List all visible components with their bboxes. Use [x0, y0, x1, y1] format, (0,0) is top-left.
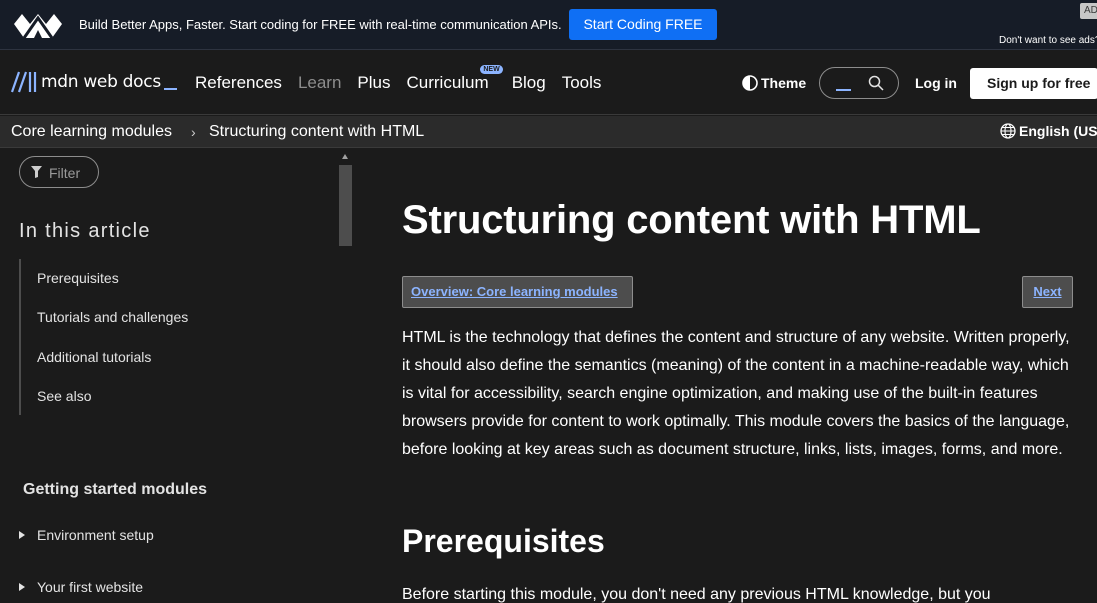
nav-curriculum-label: Curriculum	[406, 73, 489, 92]
theme-switcher[interactable]: Theme	[742, 75, 806, 91]
breadcrumb: Core learning modules › Structuring cont…	[0, 116, 1097, 148]
advertiser-logo-icon[interactable]	[12, 10, 64, 40]
breadcrumb-current[interactable]: Structuring content with HTML	[209, 123, 424, 141]
modules-heading: Getting started modules	[23, 481, 208, 498]
scrollbar-thumb[interactable]	[339, 165, 352, 246]
next-link[interactable]: Next	[1022, 276, 1073, 308]
ad-optout-link[interactable]: Don't want to see ads?	[999, 35, 1097, 46]
ad-banner: Build Better Apps, Faster. Start coding …	[0, 0, 1097, 50]
sidebar: Filter In this article Prerequisites Tut…	[0, 149, 360, 603]
table-of-contents: Prerequisites Tutorials and challenges A…	[19, 259, 249, 415]
nav-tools[interactable]: Tools	[562, 73, 602, 93]
logo-text: mdn web docs	[41, 72, 161, 92]
language-label: English (US)	[1019, 123, 1097, 139]
top-navigation: mdn web docs References Learn Plus Curri…	[0, 51, 1097, 115]
module-environment-setup[interactable]: Environment setup	[19, 527, 154, 543]
overview-link[interactable]: Overview: Core learning modules	[402, 276, 633, 308]
ad-cta-button[interactable]: Start Coding FREE	[569, 9, 717, 40]
nav-blog[interactable]: Blog	[512, 73, 546, 93]
ad-text[interactable]: Build Better Apps, Faster. Start coding …	[79, 17, 562, 32]
theme-label: Theme	[761, 75, 807, 91]
nav-learn[interactable]: Learn	[298, 73, 341, 93]
login-link[interactable]: Log in	[915, 75, 957, 91]
expand-triangle-icon	[19, 531, 25, 539]
language-switcher[interactable]: English (US)	[1000, 123, 1097, 139]
filter-label: Filter	[49, 165, 81, 181]
new-badge: NEW	[480, 65, 503, 74]
ad-badge: AD	[1080, 3, 1097, 19]
search-input[interactable]	[819, 67, 899, 99]
section-heading-prerequisites: Prerequisites	[402, 523, 605, 559]
logo-cursor	[163, 88, 177, 90]
breadcrumb-separator: ›	[191, 124, 196, 140]
theme-icon	[742, 75, 758, 91]
expand-triangle-icon	[19, 583, 25, 591]
intro-paragraph: HTML is the technology that defines the …	[402, 329, 1070, 458]
breadcrumb-core-modules[interactable]: Core learning modules	[11, 123, 172, 141]
toc-item-see-also[interactable]: See also	[37, 388, 91, 404]
filter-icon	[31, 166, 42, 178]
sidebar-scrollbar[interactable]	[339, 154, 352, 246]
search-caret	[836, 89, 851, 91]
nav-plus[interactable]: Plus	[357, 73, 390, 93]
nav-curriculum[interactable]: Curriculum NEW	[406, 65, 503, 93]
filter-button[interactable]: Filter	[19, 156, 99, 188]
page-title: Structuring content with HTML	[402, 198, 981, 242]
globe-icon	[1000, 123, 1016, 139]
scroll-up-arrow-icon[interactable]	[342, 154, 348, 159]
mdn-logo-icon	[11, 71, 37, 93]
prerequisites-paragraph: Before starting this module, you don't n…	[402, 586, 991, 603]
mdn-logo[interactable]: mdn web docs	[11, 71, 177, 93]
signup-button[interactable]: Sign up for free	[970, 68, 1097, 99]
module-label: Your first website	[37, 579, 144, 595]
toc-heading: In this article	[19, 220, 151, 242]
toc-item-additional[interactable]: Additional tutorials	[37, 349, 151, 365]
main-nav: References Learn Plus Curriculum NEW Blo…	[195, 65, 617, 93]
article: Structuring content with HTML Overview: …	[402, 149, 1097, 603]
module-label: Environment setup	[37, 527, 154, 543]
module-first-website[interactable]: Your first website	[19, 579, 143, 595]
toc-item-prerequisites[interactable]: Prerequisites	[37, 270, 119, 286]
search-icon[interactable]	[868, 75, 884, 91]
nav-references[interactable]: References	[195, 73, 282, 93]
toc-item-tutorials[interactable]: Tutorials and challenges	[37, 309, 188, 325]
